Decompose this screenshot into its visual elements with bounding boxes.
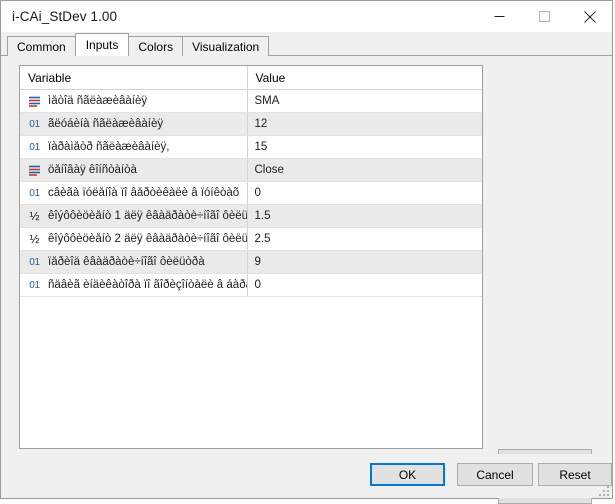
variable-value[interactable]: 2.5 <box>248 233 483 245</box>
dialog-footer: OK Cancel Reset <box>1 454 612 498</box>
table-row[interactable]: 01 ñäâèã èíäèêàòîðà ïî ãîðèçîíòàëè â áàð… <box>20 273 483 297</box>
window-controls <box>477 1 612 32</box>
variable-value[interactable]: 0 <box>248 279 483 291</box>
variable-value[interactable]: SMA <box>248 95 483 107</box>
table-header-row: Variable Value <box>20 66 482 90</box>
maximize-button[interactable] <box>522 1 567 32</box>
cancel-button[interactable]: Cancel <box>457 463 533 486</box>
inputs-table-container[interactable]: Variable Value ìåòîä ñãëàæèâàíèÿ SMA 01 … <box>19 65 483 449</box>
double-icon: ½ <box>29 209 40 223</box>
variable-label: câèãà ïóëåíîà ïî âåðòèêàëè â ïóíêòàõ <box>48 187 240 199</box>
close-icon <box>583 10 596 23</box>
minimize-button[interactable] <box>477 1 522 32</box>
variable-label: öåíîâàÿ êîíñòàíòà <box>48 164 137 176</box>
tab-common[interactable]: Common <box>7 36 76 56</box>
variable-label: êîýôôèöèåíò 1 äëÿ êâàäðàòè÷íîãî ôèëüòðà <box>48 210 247 222</box>
inputs-panel: Variable Value ìåòîä ñãëàæèâàíèÿ SMA 01 … <box>1 56 612 504</box>
list-icon <box>26 163 43 177</box>
table-row[interactable]: ½ êîýôôèöèåíò 1 äëÿ êâàäðàòè÷íîãî ôèëüòð… <box>20 204 483 228</box>
variable-value[interactable]: Close <box>248 164 483 176</box>
ok-button[interactable]: OK <box>370 463 445 486</box>
variable-value[interactable]: 9 <box>248 256 483 268</box>
integer-icon: 01 <box>29 187 40 199</box>
double-icon: ½ <box>29 232 40 246</box>
column-header-value: Value <box>247 66 482 90</box>
table-row[interactable]: ½ êîýôôèöèåíò 2 äëÿ êâàäðàòè÷íîãî ôèëüòð… <box>20 227 483 251</box>
variable-value[interactable]: 12 <box>248 118 483 130</box>
integer-icon: 01 <box>29 141 40 153</box>
inputs-table: Variable Value ìåòîä ñãëàæèâàíèÿ SMA 01 … <box>20 66 482 297</box>
integer-icon: 01 <box>29 256 40 268</box>
variable-value[interactable]: 1.5 <box>248 210 483 222</box>
variable-label: ìåòîä ñãëàæèâàíèÿ <box>48 95 148 107</box>
variable-label: ãëóáèíà ñãëàæèâàíèÿ <box>48 118 164 130</box>
resize-grip-icon[interactable] <box>598 485 610 497</box>
variable-value[interactable]: 15 <box>248 141 483 153</box>
column-header-variable: Variable <box>20 66 248 90</box>
table-row[interactable]: 01 câèãà ïóëåíîà ïî âåðòèêàëè â ïóíêòàõ … <box>20 181 483 205</box>
variable-value[interactable]: 0 <box>248 187 483 199</box>
window-title: i-CAi_StDev 1.00 <box>12 9 118 24</box>
properties-dialog: i-CAi_StDev 1.00 Common Inputs Colors Vi… <box>0 0 613 504</box>
title-bar: i-CAi_StDev 1.00 <box>1 1 612 32</box>
tab-colors[interactable]: Colors <box>128 36 184 56</box>
tab-strip: Common Inputs Colors Visualization <box>1 32 612 56</box>
table-row[interactable]: ìåòîä ñãëàæèâàíèÿ SMA <box>20 89 483 113</box>
close-button[interactable] <box>567 1 612 32</box>
variable-label: ïàðàìåòð ñãëàæèâàíèÿ, <box>48 141 170 153</box>
maximize-icon <box>539 11 550 22</box>
integer-icon: 01 <box>29 118 40 130</box>
table-row[interactable]: 01 ãëóáèíà ñãëàæèâàíèÿ 12 <box>20 112 483 136</box>
tab-visualization[interactable]: Visualization <box>182 36 270 56</box>
reset-button[interactable]: Reset <box>538 463 612 486</box>
table-row[interactable]: 01 ïåðèîä êâàäðàòè÷íîãî ôèëüòðà 9 <box>20 250 483 274</box>
variable-label: ñäâèã èíäèêàòîðà ïî ãîðèçîíòàëè â áàðàõ <box>48 279 247 291</box>
list-icon <box>26 94 43 108</box>
table-row[interactable]: öåíîâàÿ êîíñòàíòà Close <box>20 158 483 182</box>
table-row[interactable]: 01 ïàðàìåòð ñãëàæèâàíèÿ, 15 <box>20 135 483 159</box>
minimize-icon <box>494 16 505 17</box>
variable-label: ïåðèîä êâàäðàòè÷íîãî ôèëüòðà <box>48 256 205 268</box>
integer-icon: 01 <box>29 279 40 291</box>
variable-label: êîýôôèöèåíò 2 äëÿ êâàäðàòè÷íîãî ôèëüòðà <box>48 233 247 245</box>
tab-inputs[interactable]: Inputs <box>74 33 130 56</box>
